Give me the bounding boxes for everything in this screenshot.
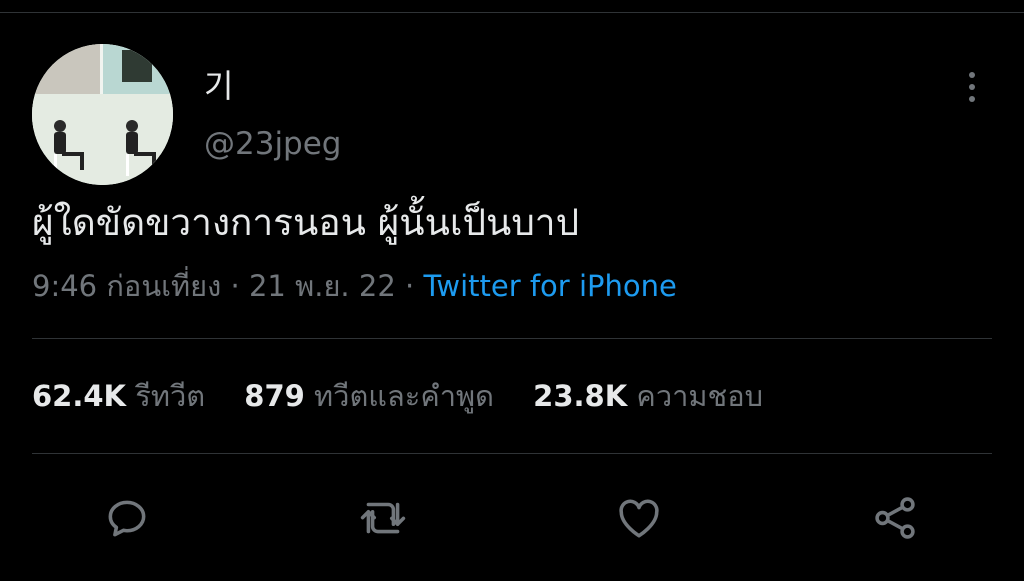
likes-label: ความชอบ bbox=[636, 379, 764, 413]
retweets-count: 62.4K bbox=[32, 379, 127, 413]
heart-icon bbox=[619, 499, 659, 538]
share-icon bbox=[875, 497, 915, 539]
more-vertical-icon bbox=[969, 72, 975, 78]
divider bbox=[32, 338, 992, 339]
more-dot bbox=[969, 96, 975, 102]
tweet-stats: 62.4K รีทวีต 879 ทวีตและคำพูด 23.8K ความ… bbox=[32, 375, 793, 417]
quotes-stat[interactable]: 879 ทวีตและคำพูด bbox=[244, 379, 503, 413]
retweet-button[interactable] bbox=[355, 490, 411, 546]
like-button[interactable] bbox=[611, 490, 667, 546]
more-dot bbox=[969, 84, 975, 90]
tweet-source-link[interactable]: Twitter for iPhone bbox=[423, 269, 676, 303]
tweet-text: ผู้ใดขัดขวางการนอน ผู้นั้นเป็นบาป bbox=[32, 201, 580, 244]
display-name[interactable]: 기 bbox=[204, 66, 233, 106]
quotes-label: ทวีตและคำพูด bbox=[314, 379, 494, 413]
tweet-time[interactable]: 9:46 ก่อนเที่ยง bbox=[32, 269, 221, 303]
retweet-icon bbox=[360, 502, 406, 534]
user-handle[interactable]: @23jpeg bbox=[204, 124, 342, 164]
likes-count: 23.8K bbox=[533, 379, 628, 413]
avatar-image bbox=[32, 44, 173, 185]
quotes-count: 879 bbox=[244, 379, 305, 413]
meta-separator: · bbox=[405, 269, 415, 303]
avatar[interactable] bbox=[32, 44, 173, 185]
more-button[interactable] bbox=[956, 66, 988, 108]
likes-stat[interactable]: 23.8K ความชอบ bbox=[533, 379, 763, 413]
meta-separator: · bbox=[230, 269, 240, 303]
tweet-date[interactable]: 21 พ.ย. 22 bbox=[249, 269, 396, 303]
share-button[interactable] bbox=[867, 490, 923, 546]
divider bbox=[32, 453, 992, 454]
reply-icon bbox=[108, 500, 146, 537]
top-divider bbox=[0, 12, 1024, 13]
tweet-meta: 9:46 ก่อนเที่ยง · 21 พ.ย. 22 · Twitter f… bbox=[32, 266, 677, 306]
retweets-stat[interactable]: 62.4K รีทวีต bbox=[32, 379, 214, 413]
retweets-label: รีทวีต bbox=[135, 379, 206, 413]
reply-button[interactable] bbox=[99, 490, 155, 546]
